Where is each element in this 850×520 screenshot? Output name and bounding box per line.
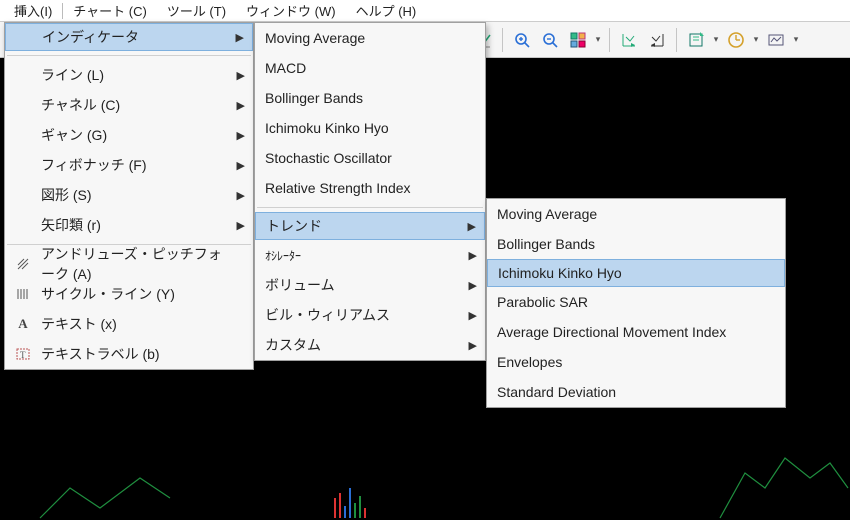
submenu-arrow-icon: ▶ (469, 309, 477, 322)
menu-item-text[interactable]: A テキスト (x) (5, 309, 253, 339)
menu-item-label: ボリューム (265, 275, 335, 295)
menu-item-moving-average[interactable]: Moving Average (255, 23, 485, 53)
dropdown-arrow-icon[interactable]: ▾ (791, 34, 801, 45)
submenu-arrow-icon: ▶ (237, 129, 245, 142)
menu-item-trend[interactable]: トレンド ▶ (255, 212, 485, 240)
menu-item-label: アンドリューズ・ピッチフォーク (A) (41, 244, 227, 284)
menu-item-indicator[interactable]: インディケータ ▶ (5, 23, 253, 51)
menu-help[interactable]: ヘルプ (H) (346, 0, 427, 22)
cycle-lines-icon (13, 287, 33, 301)
menu-item-line[interactable]: ライン (L) ▶ (5, 60, 253, 90)
menu-item-gann[interactable]: ギャン (G) ▶ (5, 120, 253, 150)
menu-item-label: Standard Deviation (497, 384, 616, 400)
menu-item-label: Moving Average (497, 206, 597, 222)
menu-item-label: Parabolic SAR (497, 294, 588, 310)
menu-item-label: テキストラベル (b) (41, 344, 160, 364)
insert-menu: インディケータ ▶ ライン (L) ▶ チャネル (C) ▶ ギャン (G) ▶… (4, 22, 254, 370)
menubar: 挿入(I) チャート (C) ツール (T) ウィンドウ (W) ヘルプ (H) (0, 0, 850, 22)
menu-item-label: 矢印類 (r) (41, 215, 101, 235)
menu-chart[interactable]: チャート (C) (63, 0, 157, 22)
submenu-arrow-icon: ▶ (469, 339, 477, 352)
chart-shift-toggle-icon[interactable] (616, 27, 642, 53)
menu-item-label: 図形 (S) (41, 185, 92, 205)
menu-item-label: Ichimoku Kinko Hyo (498, 265, 622, 281)
submenu-arrow-icon: ▶ (469, 249, 477, 262)
menu-item-label: ライン (L) (41, 65, 104, 85)
tile-windows-icon[interactable] (565, 27, 591, 53)
menu-item-label: Bollinger Bands (497, 236, 595, 252)
menu-item-label: インディケータ (42, 27, 139, 47)
menu-item-label: ｵｼﾚｰﾀｰ (265, 247, 301, 264)
menu-item-label: トレンド (266, 216, 322, 236)
menu-item-label: ギャン (G) (41, 125, 107, 145)
submenu-arrow-icon: ▶ (468, 220, 476, 233)
text-icon: A (13, 316, 33, 332)
zoom-out-icon[interactable] (537, 27, 563, 53)
menu-item-rsi[interactable]: Relative Strength Index (255, 173, 485, 203)
menu-item-ichimoku[interactable]: Ichimoku Kinko Hyo (255, 113, 485, 143)
menu-item-label: サイクル・ライン (Y) (41, 284, 175, 304)
menu-item-label: Bollinger Bands (265, 90, 363, 106)
menu-item-label: Moving Average (265, 30, 365, 46)
menu-item-trend-adx[interactable]: Average Directional Movement Index (487, 317, 785, 347)
menu-item-andrews-pitchfork[interactable]: アンドリューズ・ピッチフォーク (A) (5, 249, 253, 279)
menu-item-channel[interactable]: チャネル (C) ▶ (5, 90, 253, 120)
text-label-icon: T (13, 347, 33, 361)
submenu-arrow-icon: ▶ (237, 159, 245, 172)
menu-item-trend-ichimoku[interactable]: Ichimoku Kinko Hyo (487, 259, 785, 287)
menu-item-custom[interactable]: カスタム ▶ (255, 330, 485, 360)
menu-item-label: チャネル (C) (41, 95, 120, 115)
submenu-arrow-icon: ▶ (237, 219, 245, 232)
menu-item-trend-stddev[interactable]: Standard Deviation (487, 377, 785, 407)
submenu-arrow-icon: ▶ (236, 31, 244, 44)
menu-item-label: ビル・ウィリアムス (265, 305, 390, 325)
menu-item-trend-psar[interactable]: Parabolic SAR (487, 287, 785, 317)
menu-item-label: カスタム (265, 335, 321, 355)
svg-text:T: T (20, 350, 26, 360)
menu-divider (257, 207, 483, 208)
menu-item-label: Relative Strength Index (265, 180, 411, 196)
menu-tools[interactable]: ツール (T) (157, 0, 236, 22)
menu-item-stochastic[interactable]: Stochastic Oscillator (255, 143, 485, 173)
dropdown-arrow-icon[interactable]: ▾ (751, 34, 761, 45)
dropdown-arrow-icon[interactable]: ▾ (711, 34, 721, 45)
zoom-in-icon[interactable] (509, 27, 535, 53)
dropdown-arrow-icon[interactable]: ▾ (593, 34, 603, 45)
menu-item-trend-bb[interactable]: Bollinger Bands (487, 229, 785, 259)
submenu-arrow-icon: ▶ (469, 279, 477, 292)
templates-icon[interactable] (763, 27, 789, 53)
menu-item-label: Envelopes (497, 354, 562, 370)
menu-item-fibonacci[interactable]: フィボナッチ (F) ▶ (5, 150, 253, 180)
menu-item-label: MACD (265, 60, 306, 76)
menu-item-trend-envelopes[interactable]: Envelopes (487, 347, 785, 377)
menu-item-text-label[interactable]: T テキストラベル (b) (5, 339, 253, 369)
menu-item-label: Ichimoku Kinko Hyo (265, 120, 389, 136)
menu-item-arrows[interactable]: 矢印類 (r) ▶ (5, 210, 253, 240)
periodicity-icon[interactable] (723, 27, 749, 53)
menu-item-shapes[interactable]: 図形 (S) ▶ (5, 180, 253, 210)
menu-item-trend-ma[interactable]: Moving Average (487, 199, 785, 229)
menu-item-label: Stochastic Oscillator (265, 150, 392, 166)
menu-item-bollinger-bands[interactable]: Bollinger Bands (255, 83, 485, 113)
menu-item-oscillator[interactable]: ｵｼﾚｰﾀｰ ▶ (255, 240, 485, 270)
submenu-arrow-icon: ▶ (237, 189, 245, 202)
submenu-arrow-icon: ▶ (237, 69, 245, 82)
menu-item-label: Average Directional Movement Index (497, 324, 726, 340)
menu-insert[interactable]: 挿入(I) (4, 0, 62, 22)
submenu-arrow-icon: ▶ (237, 99, 245, 112)
menu-item-volume[interactable]: ボリューム ▶ (255, 270, 485, 300)
auto-scroll-toggle-icon[interactable] (644, 27, 670, 53)
menu-item-cycle-lines[interactable]: サイクル・ライン (Y) (5, 279, 253, 309)
pitchfork-icon (13, 257, 33, 271)
menu-item-bill-williams[interactable]: ビル・ウィリアムス ▶ (255, 300, 485, 330)
menu-item-label: フィボナッチ (F) (41, 155, 147, 175)
menu-divider (7, 55, 251, 56)
menu-window[interactable]: ウィンドウ (W) (236, 0, 346, 22)
indicators-list-icon[interactable] (683, 27, 709, 53)
indicator-submenu: Moving Average MACD Bollinger Bands Ichi… (254, 22, 486, 361)
trend-submenu: Moving Average Bollinger Bands Ichimoku … (486, 198, 786, 408)
menu-item-macd[interactable]: MACD (255, 53, 485, 83)
menu-item-label: テキスト (x) (41, 314, 117, 334)
